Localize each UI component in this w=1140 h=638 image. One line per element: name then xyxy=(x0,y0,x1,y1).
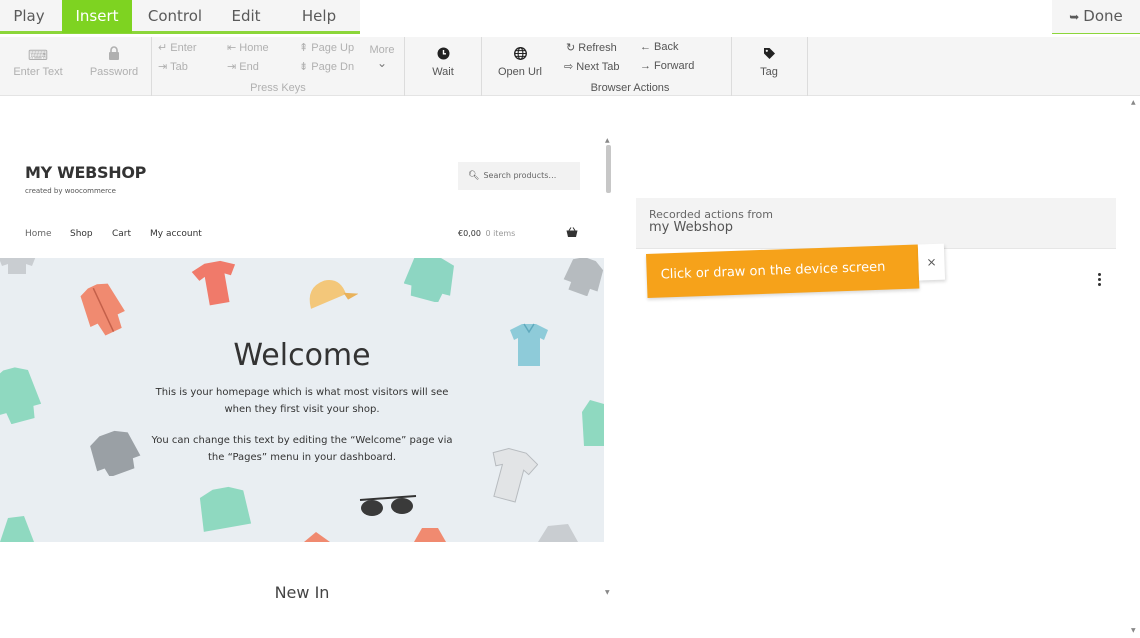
tab-insert[interactable]: Insert xyxy=(62,0,132,33)
recorded-actions-header: Recorded actions from my Webshop xyxy=(636,198,1116,249)
menu-spacer xyxy=(360,0,1052,34)
hoodie-illustration xyxy=(0,367,42,424)
page-scrollbar[interactable]: ▲ ▼ xyxy=(1128,97,1140,638)
press-keys-group-label: Press Keys xyxy=(250,82,306,94)
key-page-down[interactable]: ⇟ Page Dn xyxy=(299,60,354,73)
tshirt-illustration xyxy=(492,448,538,503)
tshirt-illustration xyxy=(191,260,236,306)
toolbar-divider xyxy=(807,37,808,96)
shirt-illustration xyxy=(414,528,446,542)
tab-edit[interactable]: Edit xyxy=(218,0,274,33)
open-url-label: Open Url xyxy=(497,66,543,78)
keyboard-icon: ⌨ xyxy=(27,47,49,63)
tag-label: Tag xyxy=(760,66,778,78)
tab-play[interactable]: Play xyxy=(0,0,58,33)
nav-my-account[interactable]: My account xyxy=(150,229,202,239)
key-end[interactable]: ⇥ End xyxy=(227,60,259,73)
recorded-actions-panel: Recorded actions from my Webshop Click o… xyxy=(612,97,1128,638)
key-home[interactable]: ⇤ Home xyxy=(227,41,269,54)
jacket-illustration xyxy=(0,516,34,542)
shirt-illustration xyxy=(404,258,454,302)
chevron-down-icon: ⌄ xyxy=(376,56,388,70)
hero-paragraph: You can change this text by editing the … xyxy=(151,435,453,463)
toolbar-divider xyxy=(404,37,405,96)
tab-help[interactable]: Help xyxy=(278,0,360,33)
hoodie-illustration xyxy=(90,430,141,476)
key-enter[interactable]: ↵ Enter xyxy=(158,41,197,54)
more-label: More xyxy=(369,44,395,56)
hoodie-illustration xyxy=(563,258,604,296)
tab-control[interactable]: Control xyxy=(136,0,214,33)
product-search-input[interactable]: 🔍︎ Search products… xyxy=(458,162,580,190)
sweater-illustration xyxy=(0,258,36,274)
section-title: New In xyxy=(274,583,330,602)
cart-total: €0,00 xyxy=(458,229,481,238)
refresh-action[interactable]: ↻ Refresh xyxy=(566,41,617,54)
globe-icon xyxy=(488,44,552,66)
search-placeholder: Search products… xyxy=(483,171,557,180)
back-action[interactable]: ← Back xyxy=(640,41,679,53)
more-keys-button[interactable]: More ⌄ xyxy=(364,44,400,70)
tshirt-illustration xyxy=(304,532,330,542)
nav-shop[interactable]: Shop xyxy=(70,229,93,239)
hint-tooltip: Click or draw on the device screen × xyxy=(646,243,946,298)
password-button[interactable]: Password xyxy=(82,44,146,78)
scroll-down-icon[interactable]: ▼ xyxy=(605,589,610,596)
forward-action[interactable]: → Forward xyxy=(640,60,694,72)
app-name: my Webshop xyxy=(649,220,734,235)
password-label: Password xyxy=(89,66,139,78)
jacket-illustration xyxy=(582,400,604,446)
clock-icon xyxy=(412,44,474,66)
insert-toolbar: ⌨ Enter Text Password ↵ Enter ⇥ Tab ⇤ Ho… xyxy=(0,37,1140,96)
scroll-up-icon[interactable]: ▲ xyxy=(1131,99,1136,106)
key-page-up[interactable]: ⇞ Page Up xyxy=(299,41,354,54)
lock-icon xyxy=(82,44,146,66)
device-screen[interactable]: MY WEBSHOP created by woocommerce 🔍︎ Sear… xyxy=(0,97,612,638)
sunglasses-illustration xyxy=(359,495,417,516)
top-menu-bar: Play Insert Control Edit Help ➥ Done xyxy=(0,0,1140,34)
basket-icon[interactable] xyxy=(566,227,578,241)
enter-text-label: Enter Text xyxy=(13,66,63,78)
more-options-icon[interactable] xyxy=(1094,273,1104,289)
close-icon[interactable]: × xyxy=(917,243,946,281)
scroll-down-icon[interactable]: ▼ xyxy=(1131,627,1136,634)
hint-text: Click or draw on the device screen xyxy=(646,244,920,298)
next-tab-action[interactable]: ⇨ Next Tab xyxy=(564,60,619,73)
nav-home[interactable]: Home xyxy=(25,229,52,239)
toolbar-divider xyxy=(481,37,482,96)
toolbar-divider xyxy=(731,37,732,96)
site-title[interactable]: MY WEBSHOP xyxy=(25,163,146,182)
cart-summary[interactable]: €0,00 0 items xyxy=(458,229,515,238)
shirt-illustration xyxy=(199,486,252,532)
jacket-illustration xyxy=(80,283,125,336)
exit-icon: ➥ xyxy=(1069,10,1080,24)
cart-item-count: 0 items xyxy=(485,229,516,238)
tag-button[interactable]: Tag xyxy=(738,44,800,78)
hero-paragraph: This is your homepage which is what most… xyxy=(155,387,449,415)
nav-cart[interactable]: Cart xyxy=(112,229,131,239)
hero-title: Welcome xyxy=(233,338,371,373)
scrollbar-thumb[interactable] xyxy=(606,145,611,193)
hoodie-illustration xyxy=(538,524,578,542)
wait-button[interactable]: Wait xyxy=(412,44,474,78)
open-url-button[interactable]: Open Url xyxy=(488,44,552,78)
hero-banner: Welcome This is your homepage which is w… xyxy=(0,258,604,542)
device-scrollbar[interactable]: ▲ ▼ xyxy=(604,137,612,597)
enter-text-button[interactable]: ⌨ Enter Text xyxy=(6,44,70,78)
cap-illustration xyxy=(309,280,358,309)
wait-label: Wait xyxy=(432,66,454,78)
browser-actions-group-label: Browser Actions xyxy=(590,82,670,94)
done-button[interactable]: ➥ Done xyxy=(1052,0,1140,33)
tag-icon xyxy=(738,44,800,66)
done-label: Done xyxy=(1083,7,1123,25)
scroll-up-icon[interactable]: ▲ xyxy=(605,137,610,144)
search-icon: 🔍︎ xyxy=(468,171,480,181)
key-tab[interactable]: ⇥ Tab xyxy=(158,60,188,73)
site-tagline: created by woocommerce xyxy=(25,187,116,195)
